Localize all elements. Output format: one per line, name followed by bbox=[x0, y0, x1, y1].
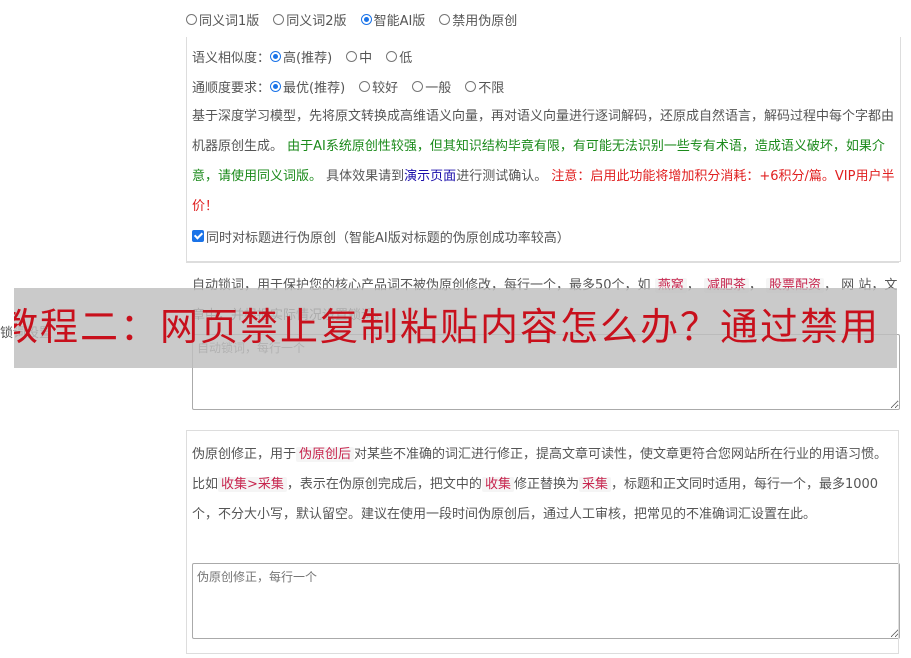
divider bbox=[186, 262, 899, 263]
radio-icon[interactable] bbox=[270, 80, 282, 92]
version-option-ai[interactable]: 智能AI版 bbox=[360, 10, 425, 29]
fluency-any[interactable]: 不限 bbox=[465, 77, 504, 96]
fluency-normal[interactable]: 一般 bbox=[412, 77, 451, 96]
similarity-high[interactable]: 高(推荐) bbox=[270, 47, 332, 66]
radio-icon[interactable] bbox=[359, 80, 371, 92]
version-option-synonym2[interactable]: 同义词2版 bbox=[273, 10, 347, 29]
version-option-disable[interactable]: 禁用伪原创 bbox=[439, 10, 517, 29]
banner-text: 教程二：网页禁止复制粘贴内容怎么办？通过禁用 bbox=[14, 305, 881, 349]
fluency-good[interactable]: 较好 bbox=[359, 77, 398, 96]
similarity-low[interactable]: 低 bbox=[386, 47, 412, 66]
radio-icon[interactable] bbox=[186, 13, 197, 25]
similarity-medium[interactable]: 中 bbox=[346, 47, 372, 66]
similarity-label: 语义相似度： bbox=[192, 50, 271, 66]
fluency-best[interactable]: 最优(推荐) bbox=[270, 77, 345, 96]
similarity-row: 语义相似度： 高(推荐) 中 低 bbox=[192, 46, 426, 66]
radio-icon[interactable] bbox=[465, 80, 477, 92]
ai-description: 基于深度学习模型，先将原文转换成高维语义向量，再对语义向量进行逐词解码，还原成自… bbox=[192, 109, 895, 214]
fluency-label: 通顺度要求： bbox=[192, 80, 271, 96]
tutorial-title-banner: 教程二：网页禁止复制粘贴内容怎么办？通过禁用 bbox=[14, 288, 897, 368]
correction-panel bbox=[186, 430, 899, 654]
version-option-synonym1[interactable]: 同义词1版 bbox=[186, 10, 259, 29]
fluency-row: 通顺度要求： 最优(推荐) 较好 一般 不限 bbox=[192, 76, 518, 96]
radio-icon[interactable] bbox=[346, 50, 358, 62]
radio-icon[interactable] bbox=[360, 13, 372, 25]
title-rewrite-checkbox[interactable] bbox=[192, 230, 204, 242]
title-rewrite-row: 同时对标题进行伪原创（智能AI版对标题的伪原创成功率较高） bbox=[192, 226, 570, 246]
radio-icon[interactable] bbox=[273, 13, 285, 25]
radio-icon[interactable] bbox=[412, 80, 424, 92]
radio-icon[interactable] bbox=[439, 13, 451, 25]
title-rewrite-label: 同时对标题进行伪原创（智能AI版对标题的伪原创成功率较高） bbox=[206, 230, 570, 246]
radio-icon[interactable] bbox=[386, 50, 398, 62]
demo-page-link[interactable]: 演示页面 bbox=[404, 169, 456, 184]
radio-icon[interactable] bbox=[270, 50, 282, 62]
version-options: 同义词1版 同义词2版 智能AI版 禁用伪原创 bbox=[186, 10, 531, 29]
